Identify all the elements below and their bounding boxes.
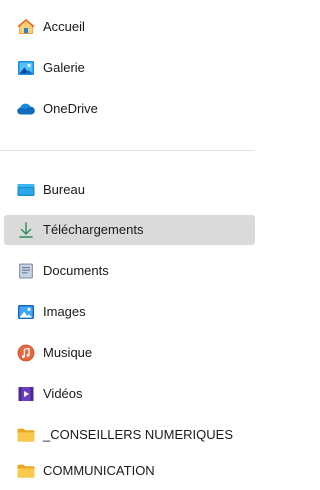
navigation-pane: Accueil Galerie OneDrive Bureau Téléchar… xyxy=(0,0,255,490)
gallery-icon xyxy=(16,58,36,78)
nav-item-images[interactable]: Images xyxy=(4,297,255,327)
nav-item-label: Galerie xyxy=(43,60,85,75)
documents-icon xyxy=(16,261,36,281)
nav-item-bureau[interactable]: Bureau xyxy=(4,175,255,205)
nav-item-label: Documents xyxy=(43,263,109,278)
nav-item-communication[interactable]: COMMUNICATION xyxy=(4,456,255,486)
nav-item-conseillers-numeriques[interactable]: _CONSEILLERS NUMERIQUES xyxy=(4,420,255,450)
folder-icon xyxy=(16,461,36,481)
music-icon xyxy=(16,343,36,363)
nav-item-label: Musique xyxy=(43,345,93,360)
onedrive-cloud-icon xyxy=(16,99,36,119)
videos-icon xyxy=(16,384,36,404)
nav-item-videos[interactable]: Vidéos xyxy=(4,379,255,409)
desktop-folder-icon xyxy=(16,180,36,200)
nav-item-galerie[interactable]: Galerie xyxy=(4,53,255,83)
nav-item-label: Vidéos xyxy=(43,386,83,401)
nav-item-label: Téléchargements xyxy=(43,222,144,237)
nav-item-documents[interactable]: Documents xyxy=(4,256,255,286)
nav-item-musique[interactable]: Musique xyxy=(4,338,255,368)
nav-item-accueil[interactable]: Accueil xyxy=(4,12,255,42)
nav-item-label: Images xyxy=(43,304,86,319)
home-icon xyxy=(16,17,36,37)
nav-item-label: Accueil xyxy=(43,19,85,34)
nav-item-label: COMMUNICATION xyxy=(43,463,155,478)
section-divider xyxy=(0,150,255,151)
folder-icon xyxy=(16,425,36,445)
pictures-icon xyxy=(16,302,36,322)
nav-item-label: Bureau xyxy=(43,182,85,197)
nav-item-label: OneDrive xyxy=(43,101,98,116)
download-arrow-icon xyxy=(16,220,36,240)
nav-item-label: _CONSEILLERS NUMERIQUES xyxy=(43,427,233,442)
nav-item-telechargements[interactable]: Téléchargements xyxy=(4,215,255,245)
nav-item-onedrive[interactable]: OneDrive xyxy=(4,94,255,124)
